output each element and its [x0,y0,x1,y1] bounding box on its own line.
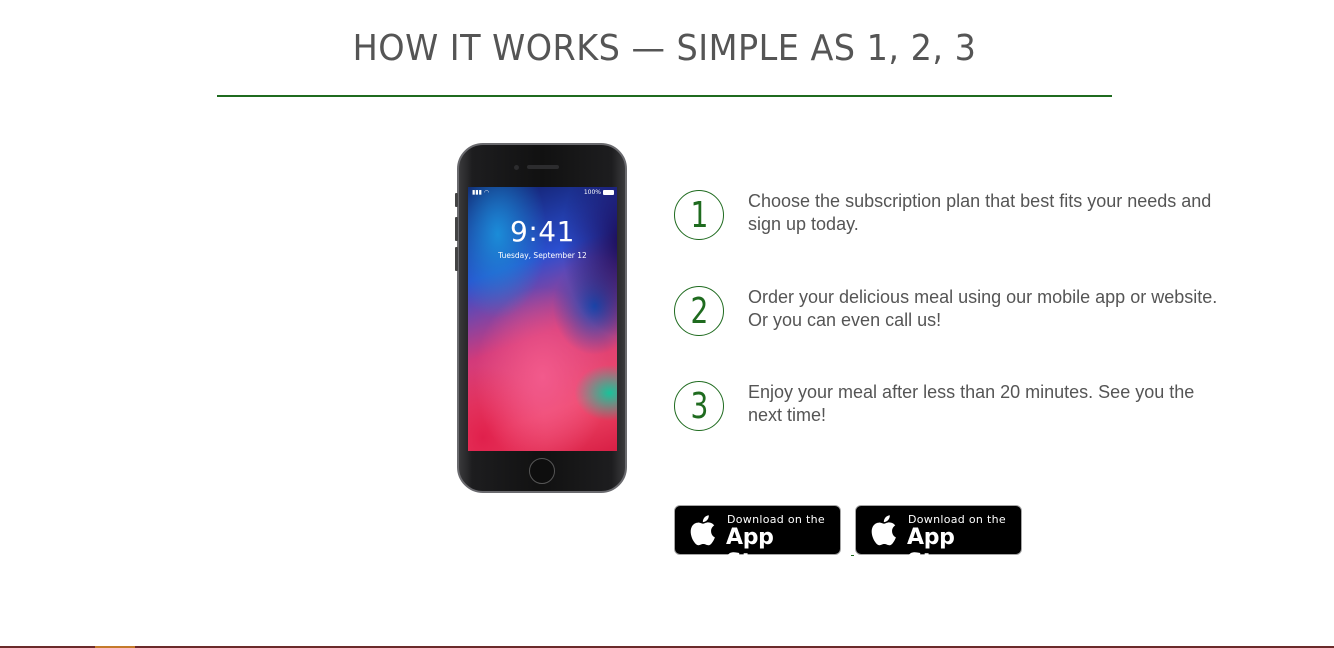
step-2: 2 Order your delicious meal using our mo… [674,286,1234,336]
apple-icon [690,515,715,546]
phone-camera [514,165,519,170]
phone-status-bar: ▮▮▮ ◠ 100% [468,189,617,199]
link-underline [851,555,854,556]
step-number-badge: 1 [674,190,724,240]
battery-percent: 100% [583,189,601,196]
step-description: Choose the subscription plan that best f… [748,191,1212,234]
step-number-badge: 3 [674,381,724,431]
phone-volume-up [455,217,458,241]
step-description: Enjoy your meal after less than 20 minut… [748,382,1195,425]
step-number-badge: 2 [674,286,724,336]
how-it-works-section: HOW IT WORKS — SIMPLE AS 1, 2, 3 ▮▮▮ ◠ 1… [0,0,1334,648]
step-1: 1 Choose the subscription plan that best… [674,190,1234,240]
app-store-badge-link[interactable]: Download on the App Store [674,505,841,575]
battery-icon [603,190,614,195]
step-description: Order your delicious meal using our mobi… [748,287,1218,330]
phone-earpiece [527,165,559,169]
lock-screen-time: 9:41 [510,215,575,248]
phone-mute-switch [455,193,458,207]
lock-screen-date: Tuesday, September 12 [498,251,587,260]
badge-store-name: App Store [726,525,792,575]
phone-mockup: ▮▮▮ ◠ 100% 9:41 Tuesday, September 12 [455,143,627,493]
app-store-badge-link[interactable]: Download on the App Store [855,505,1022,575]
apple-icon [871,515,896,546]
page-indicator [534,443,552,447]
phone-volume-down [455,247,458,271]
section-title: HOW IT WORKS — SIMPLE AS 1, 2, 3 [352,28,977,69]
phone-screen: ▮▮▮ ◠ 100% 9:41 Tuesday, September 12 [468,187,617,451]
step-3: 3 Enjoy your meal after less than 20 min… [674,381,1234,431]
phone-home-button [529,458,555,484]
title-divider [217,95,1112,97]
signal-icon: ▮▮▮ ◠ [472,189,490,196]
badge-store-name: App Store [907,525,973,575]
